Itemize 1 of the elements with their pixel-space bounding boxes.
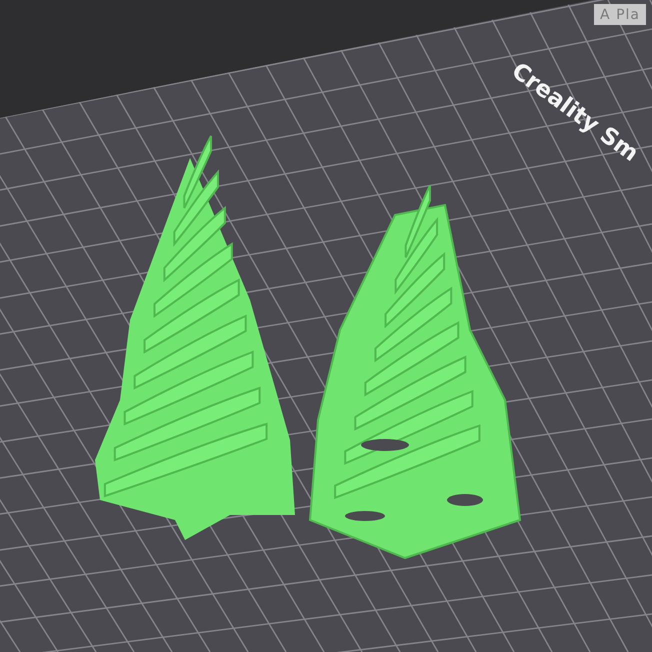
plate-tab[interactable]: A Pla (594, 4, 646, 25)
